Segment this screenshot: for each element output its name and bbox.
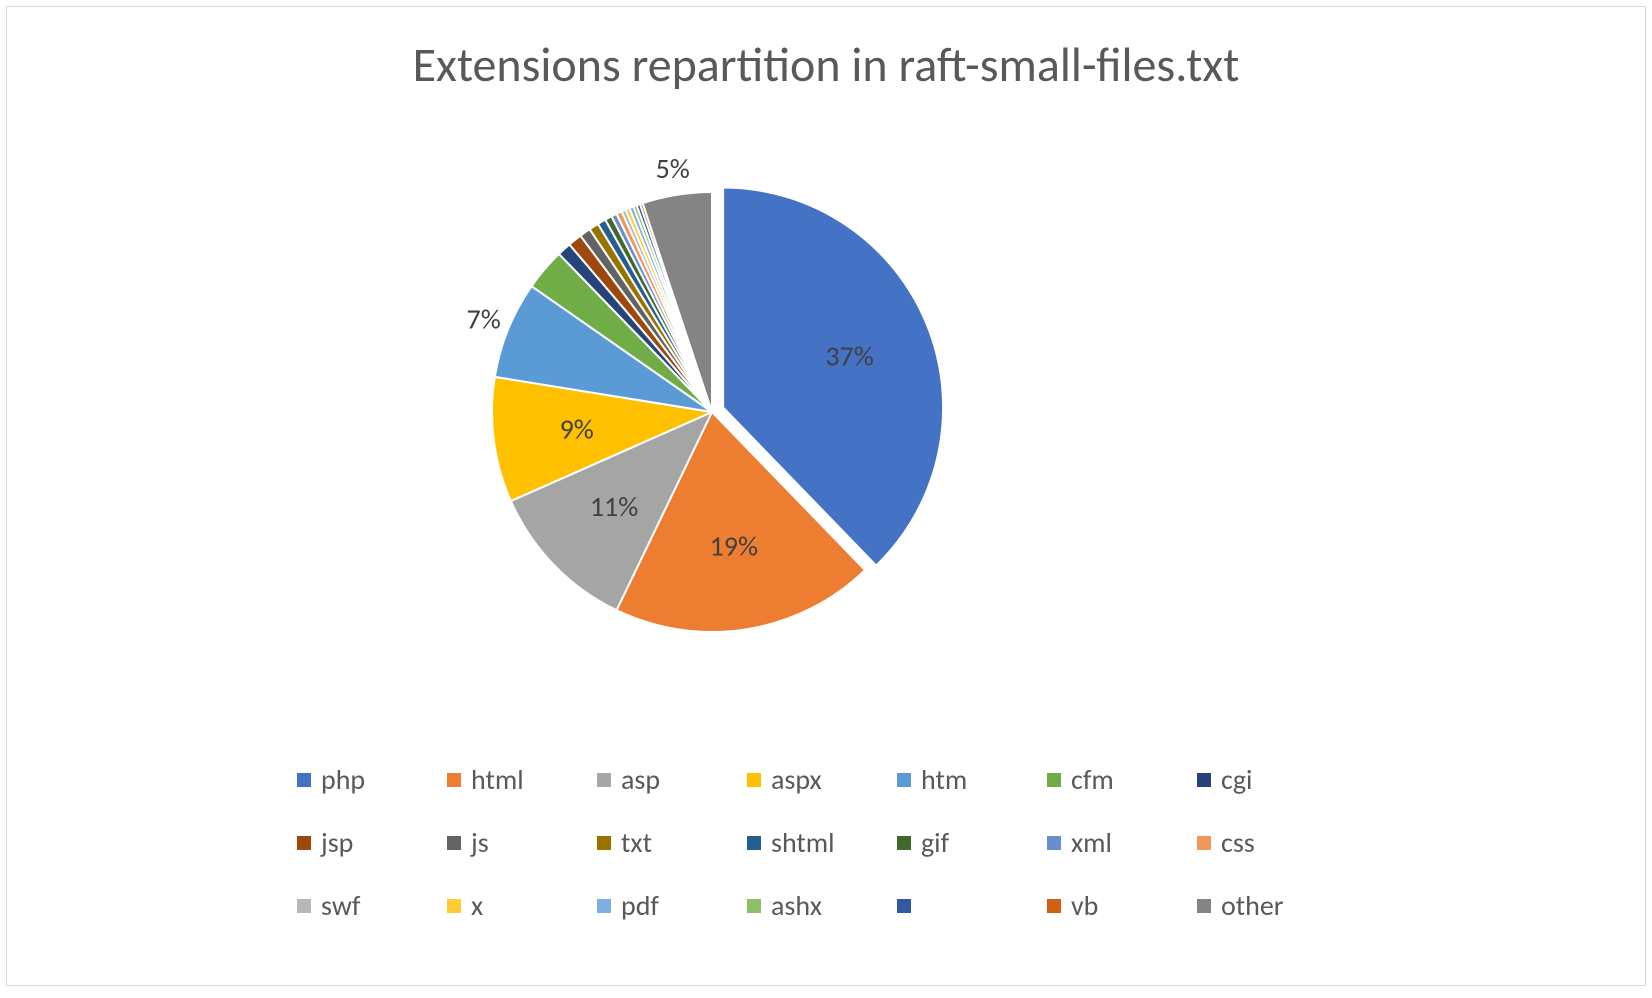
legend-swatch-icon — [1197, 773, 1211, 787]
legend-swatch-icon — [297, 773, 311, 787]
chart-legend: php html asp aspx htm cfm cgi jsp js txt shtml gif x… — [297, 762, 1357, 951]
legend-swatch-icon — [447, 836, 461, 850]
legend-swatch-icon — [1047, 836, 1061, 850]
slice-label-html: 19% — [710, 529, 758, 564]
chart-frame: Extensions repartition in raft-small-fil… — [6, 6, 1646, 986]
legend-label: asp — [621, 762, 660, 797]
legend-item-gif: gif — [897, 825, 1047, 860]
pie-chart: 37%19%11%9%7%5% — [482, 182, 942, 642]
legend-swatch-icon — [297, 836, 311, 850]
legend-swatch-icon — [1197, 899, 1211, 913]
legend-swatch-icon — [297, 899, 311, 913]
legend-item-css: css — [1197, 825, 1347, 860]
legend-item-js: js — [447, 825, 597, 860]
legend-item-cfm: cfm — [1047, 762, 1197, 797]
legend-item-other: other — [1197, 888, 1347, 923]
legend-item-html: html — [447, 762, 597, 797]
legend-label: shtml — [771, 825, 835, 860]
legend-swatch-icon — [747, 836, 761, 850]
legend-swatch-icon — [597, 899, 611, 913]
legend-label: cgi — [1221, 762, 1252, 797]
legend-label: ashx — [771, 888, 822, 923]
legend-swatch-icon — [447, 899, 461, 913]
legend-row: swf x pdf ashx vb other — [297, 888, 1357, 923]
legend-item-xml: xml — [1047, 825, 1197, 860]
legend-label: gif — [921, 825, 949, 860]
legend-swatch-icon — [897, 899, 911, 913]
legend-label: swf — [321, 888, 360, 923]
legend-row: jsp js txt shtml gif xml css — [297, 825, 1357, 860]
legend-swatch-icon — [897, 773, 911, 787]
slice-label-asp: 11% — [590, 489, 638, 524]
legend-item-txt: txt — [597, 825, 747, 860]
legend-item-php: php — [297, 762, 447, 797]
legend-swatch-icon — [747, 899, 761, 913]
legend-label: pdf — [621, 888, 659, 923]
legend-label: x — [471, 888, 483, 923]
legend-label: php — [321, 762, 365, 797]
legend-item-ashx: ashx — [747, 888, 897, 923]
legend-item-vb: vb — [1047, 888, 1197, 923]
slice-label-aspx: 9% — [560, 411, 594, 446]
legend-item-asp: asp — [597, 762, 747, 797]
legend-item-cgi: cgi — [1197, 762, 1347, 797]
legend-label: other — [1221, 888, 1284, 923]
legend-row: php html asp aspx htm cfm cgi — [297, 762, 1357, 797]
legend-swatch-icon — [1197, 836, 1211, 850]
legend-item-shtml: shtml — [747, 825, 897, 860]
slice-label-htm: 7% — [466, 302, 500, 337]
legend-item-x: x — [447, 888, 597, 923]
legend-label: aspx — [771, 762, 822, 797]
slice-label-other: 5% — [656, 151, 690, 186]
legend-label: txt — [621, 825, 652, 860]
legend-label: js — [471, 825, 489, 860]
legend-swatch-icon — [597, 836, 611, 850]
legend-label: css — [1221, 825, 1255, 860]
chart-title: Extensions repartition in raft-small-fil… — [7, 35, 1645, 94]
legend-swatch-icon — [597, 773, 611, 787]
legend-label: cfm — [1071, 762, 1114, 797]
legend-item-htm: htm — [897, 762, 1047, 797]
legend-swatch-icon — [747, 773, 761, 787]
legend-item-blank — [897, 888, 1047, 923]
legend-label: xml — [1071, 825, 1112, 860]
legend-label: jsp — [321, 825, 353, 860]
legend-item-jsp: jsp — [297, 825, 447, 860]
legend-swatch-icon — [897, 836, 911, 850]
legend-label: vb — [1071, 888, 1098, 923]
legend-swatch-icon — [447, 773, 461, 787]
legend-label: htm — [921, 762, 967, 797]
legend-item-aspx: aspx — [747, 762, 897, 797]
legend-swatch-icon — [1047, 899, 1061, 913]
slice-label-php: 37% — [825, 338, 873, 373]
legend-label: html — [471, 762, 524, 797]
legend-swatch-icon — [1047, 773, 1061, 787]
legend-item-swf: swf — [297, 888, 447, 923]
legend-item-pdf: pdf — [597, 888, 747, 923]
